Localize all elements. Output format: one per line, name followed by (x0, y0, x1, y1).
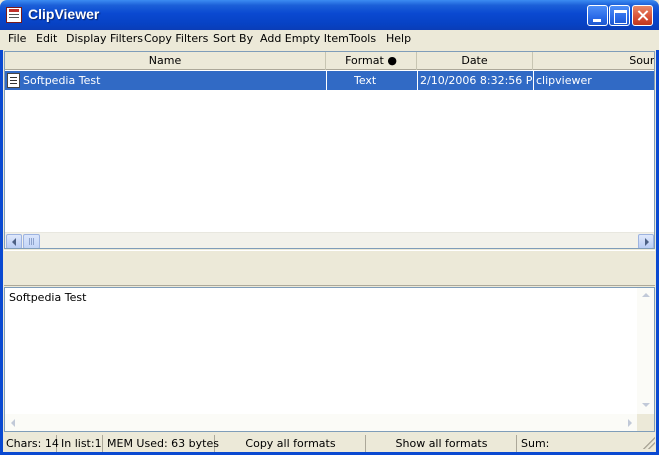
menu-edit[interactable]: Edit (34, 32, 59, 45)
menu-file[interactable]: File (6, 32, 28, 45)
preview-vertical-scrollbar[interactable] (637, 288, 654, 414)
scroll-right-icon[interactable] (623, 415, 637, 430)
preview-pane[interactable]: Softpedia Test (4, 287, 655, 432)
scrollbar-corner (637, 414, 654, 431)
resize-grip-icon[interactable] (643, 437, 655, 449)
menu-display-filters[interactable]: Display Filters (64, 32, 145, 45)
column-header-source[interactable]: Source (533, 52, 654, 70)
minimize-button[interactable] (587, 5, 608, 26)
scroll-left-icon[interactable] (7, 415, 21, 430)
scroll-left-icon[interactable] (6, 234, 22, 248)
scroll-thumb[interactable] (23, 234, 40, 248)
status-mem-used: MEM Used: 63 bytes (104, 435, 219, 452)
status-bar: Chars: 14 In list:1 MEM Used: 63 bytes C… (3, 434, 656, 452)
menu-sort-by[interactable]: Sort By (211, 32, 255, 45)
column-header-date[interactable]: Date (417, 52, 533, 70)
status-sum: Sum: (521, 437, 550, 450)
row-divider (417, 71, 418, 90)
row-format: Text (354, 74, 377, 87)
menu-bar: File Edit Display Filters Copy Filters S… (0, 30, 659, 50)
close-button[interactable] (632, 5, 653, 26)
preview-horizontal-scrollbar[interactable] (5, 414, 639, 431)
row-source: clipviewer (536, 74, 592, 87)
show-all-formats-button[interactable]: Show all formats (367, 435, 517, 452)
menu-copy-filters[interactable]: Copy Filters (142, 32, 210, 45)
app-icon[interactable] (6, 7, 22, 23)
maximize-button[interactable] (609, 5, 630, 26)
clip-list[interactable]: Name Format ● Date Source Softpedia Test… (4, 51, 655, 249)
text-document-icon (7, 73, 20, 88)
scroll-up-icon[interactable] (638, 289, 653, 303)
window-title: ClipViewer (28, 6, 100, 22)
column-header-name[interactable]: Name (5, 52, 326, 70)
pane-splitter[interactable] (4, 250, 655, 286)
copy-all-formats-button[interactable]: Copy all formats (216, 435, 366, 452)
scroll-down-icon[interactable] (638, 398, 653, 412)
menu-add-empty-item[interactable]: Add Empty Item (258, 32, 351, 45)
row-date: 2/10/2006 8:32:56 PM (420, 74, 532, 87)
title-bar[interactable]: ClipViewer (0, 0, 659, 30)
list-header: Name Format ● Date Source (5, 52, 654, 70)
row-name: Softpedia Test (23, 74, 101, 87)
row-divider (533, 71, 534, 90)
menu-help[interactable]: Help (384, 32, 413, 45)
table-row[interactable]: Softpedia Test Text 2/10/2006 8:32:56 PM… (5, 71, 654, 90)
list-horizontal-scrollbar[interactable] (5, 232, 654, 248)
preview-text[interactable]: Softpedia Test (9, 291, 86, 304)
row-divider (326, 71, 327, 90)
column-header-format[interactable]: Format ● (326, 52, 417, 70)
menu-tools[interactable]: Tools (347, 32, 378, 45)
status-chars: Chars: 14 (3, 435, 59, 452)
status-in-list: In list:1 (58, 435, 103, 452)
scroll-right-icon[interactable] (638, 234, 654, 248)
